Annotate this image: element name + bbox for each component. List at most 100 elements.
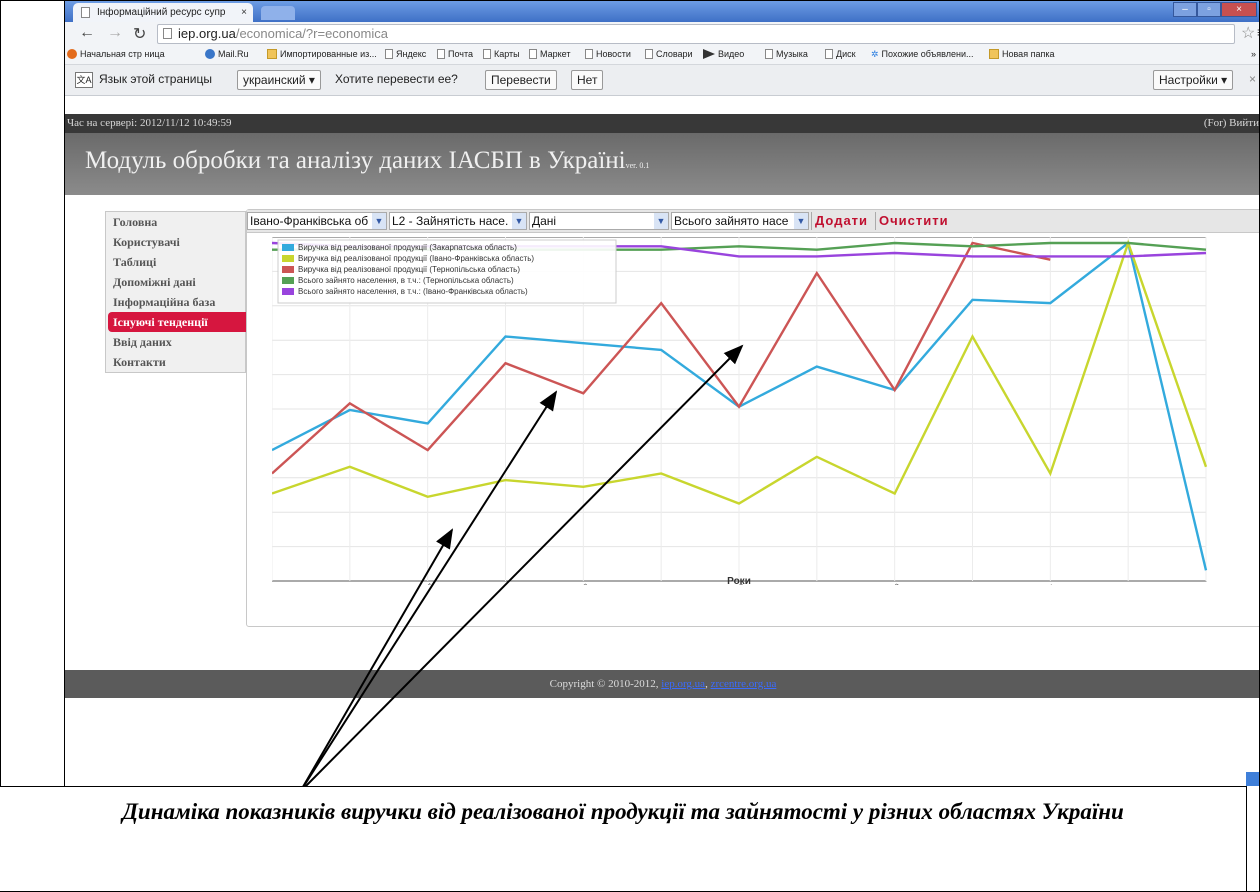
bookmark-item[interactable]: Яндекс (385, 48, 426, 60)
maximize-button[interactable]: ▫ (1197, 2, 1221, 17)
menu-item[interactable]: Контакти (106, 352, 245, 372)
bookmark-item[interactable]: Почта (437, 48, 473, 60)
menu-item[interactable]: Інформаційна база (106, 292, 245, 312)
page-title: Модуль обробки та аналізу даних ІАСБП в … (85, 147, 649, 175)
bookmark-item[interactable]: Диск (825, 48, 856, 60)
firefox-icon (67, 49, 77, 59)
chevron-down-icon[interactable]: ▼ (372, 213, 386, 229)
server-time-bar: Час на сервері: 2012/11/12 10:49:59 (For… (65, 114, 1260, 133)
region-select[interactable]: Івано-Франківська об ▼ (247, 212, 387, 230)
filter-toolbar: Івано-Франківська об ▼ L2 - Зайнятість н… (247, 210, 1260, 233)
server-time: Час на сервері: 2012/11/12 10:49:59 (67, 117, 232, 129)
bookmark-star-icon[interactable]: ☆ (1241, 23, 1255, 43)
bookmark-item[interactable]: Новая папка (989, 48, 1054, 60)
bookmark-label: Диск (836, 49, 856, 59)
trend-chart-svg: Виручка від реалізованої продукції (Зака… (264, 236, 1208, 601)
bookmark-item[interactable]: Импортированные из... (267, 48, 377, 60)
legend-swatch (282, 288, 294, 295)
chevron-down-icon[interactable]: ▼ (794, 213, 808, 229)
window-controls: – ▫ × (1173, 2, 1257, 17)
bookmark-label: Новая папка (1002, 49, 1055, 59)
bookmark-item[interactable]: Начальная стр ница (67, 48, 165, 60)
close-icon[interactable]: × (241, 3, 247, 22)
bookmark-label: Новости (596, 49, 631, 59)
bookmark-item[interactable]: Музыка (765, 48, 808, 60)
add-button[interactable]: Додати (811, 212, 871, 230)
chart-legend: Виручка від реалізованої продукції (Зака… (277, 239, 617, 304)
footer-link-iep[interactable]: iep.org.ua (661, 678, 705, 690)
x-tick-label: 2010 (883, 581, 902, 585)
x-tick-label: 2007 (416, 581, 435, 585)
menu-item[interactable]: Існуючі тенденції (108, 312, 251, 332)
site-header: Модуль обробки та аналізу даних ІАСБП в … (65, 133, 1260, 195)
page-icon (585, 49, 593, 59)
page-edge-mark (1246, 772, 1260, 786)
side-menu: Головна Користувачі Таблиці Допоміжні дані І… (105, 211, 251, 373)
star-icon: ✲ (871, 49, 879, 59)
footer: Copyright © 2010-2012, iep.org.ua, zrcen… (65, 670, 1260, 698)
menu-item[interactable]: Допоміжні дані (106, 272, 245, 292)
page-icon (645, 49, 653, 59)
logout-link[interactable]: (For) Вийти (1204, 114, 1259, 133)
bookmark-label: Почта (448, 49, 473, 59)
trend-chart: Виручка від реалізованої продукції (Зака… (264, 236, 1208, 601)
forward-arrow-icon[interactable]: → (107, 24, 123, 42)
measure-select-value: Всього зайнято насе (674, 214, 789, 228)
language-select[interactable]: украинский ▾ (237, 70, 321, 90)
bookmark-item[interactable]: Mail.Ru (205, 48, 249, 60)
measure-select[interactable]: Всього зайнято насе ▼ (671, 212, 809, 230)
chevron-down-icon[interactable]: ▼ (512, 213, 526, 229)
legend-swatch (282, 266, 294, 273)
menu-item[interactable]: Головна (106, 212, 245, 232)
bookmark-item[interactable]: Маркет (529, 48, 570, 60)
page-icon (437, 49, 445, 59)
figure-caption: Динаміка показників виручки від реалізов… (0, 786, 1247, 892)
legend-swatch (282, 255, 294, 262)
bookmarks-more-icon[interactable]: » (1251, 48, 1256, 60)
mail-icon (205, 49, 215, 59)
data-select-value: Дані (532, 214, 557, 228)
legend-label: Виручка від реалізованої продукції (Терн… (298, 265, 520, 274)
bookmark-item[interactable]: Карты (483, 48, 520, 60)
bookmark-item[interactable]: Видео (703, 48, 744, 60)
minimize-button[interactable]: – (1173, 2, 1197, 17)
translate-question: Хотите перевести ее? (335, 72, 458, 86)
url-input[interactable]: iep.org.ua/economica/?r=economica (157, 24, 1235, 44)
version-label: ver. 0.1 (625, 161, 650, 170)
bookmark-label: Видео (718, 49, 745, 59)
chevron-down-icon[interactable]: ▼ (654, 213, 668, 229)
folder-icon (267, 49, 277, 59)
translate-settings-button[interactable]: Настройки ▾ (1153, 70, 1234, 90)
url-path: /economica/?r=economica (235, 26, 388, 41)
bookmark-item[interactable]: Словари (645, 48, 693, 60)
menu-item[interactable]: Користувачі (106, 232, 245, 252)
page-icon (81, 7, 90, 18)
menu-item[interactable]: Ввід даних (106, 332, 245, 352)
page-icon (163, 28, 172, 39)
x-tick-label: 2011 (1039, 582, 1058, 585)
new-tab-button[interactable] (261, 6, 295, 20)
close-icon[interactable]: × (1249, 72, 1256, 86)
page-icon (765, 49, 773, 59)
bookmark-label: Яндекс (396, 49, 427, 59)
no-translate-button[interactable]: Нет (571, 70, 604, 90)
data-select[interactable]: Дані ▼ (529, 212, 669, 230)
folder-icon (989, 49, 999, 59)
reload-icon[interactable]: ↻ (133, 24, 146, 44)
footer-link-zrcentre[interactable]: zrcentre.org.ua (711, 678, 777, 690)
bookmarks-bar: Начальная стр ница Mail.Ru Импортированные… (65, 44, 1260, 64)
legend-label: Всього зайнято населення, в т.ч.: (Терно… (298, 276, 514, 285)
translate-button[interactable]: Перевести (485, 70, 557, 90)
translate-bar: 文A Язык этой страницы украинский ▾ Хотит… (65, 64, 1260, 96)
indicator-select[interactable]: L2 - Зайнятість насе. ▼ (389, 212, 527, 230)
back-arrow-icon[interactable]: ← (79, 24, 95, 42)
clear-button[interactable]: Очистити (875, 212, 952, 230)
bookmark-item[interactable]: Новости (585, 48, 631, 60)
menu-item[interactable]: Таблиці (106, 252, 245, 272)
legend-label: Виручка від реалізованої продукції (Іван… (298, 254, 534, 263)
bookmark-label: Mail.Ru (218, 49, 249, 59)
browser-tab[interactable]: Інформаційний ресурс супр × (73, 3, 253, 22)
bookmark-item[interactable]: ✲ Похожие объявлени... (871, 48, 973, 60)
close-window-button[interactable]: × (1221, 2, 1257, 17)
bookmark-label: Похожие объявлени... (881, 49, 974, 59)
